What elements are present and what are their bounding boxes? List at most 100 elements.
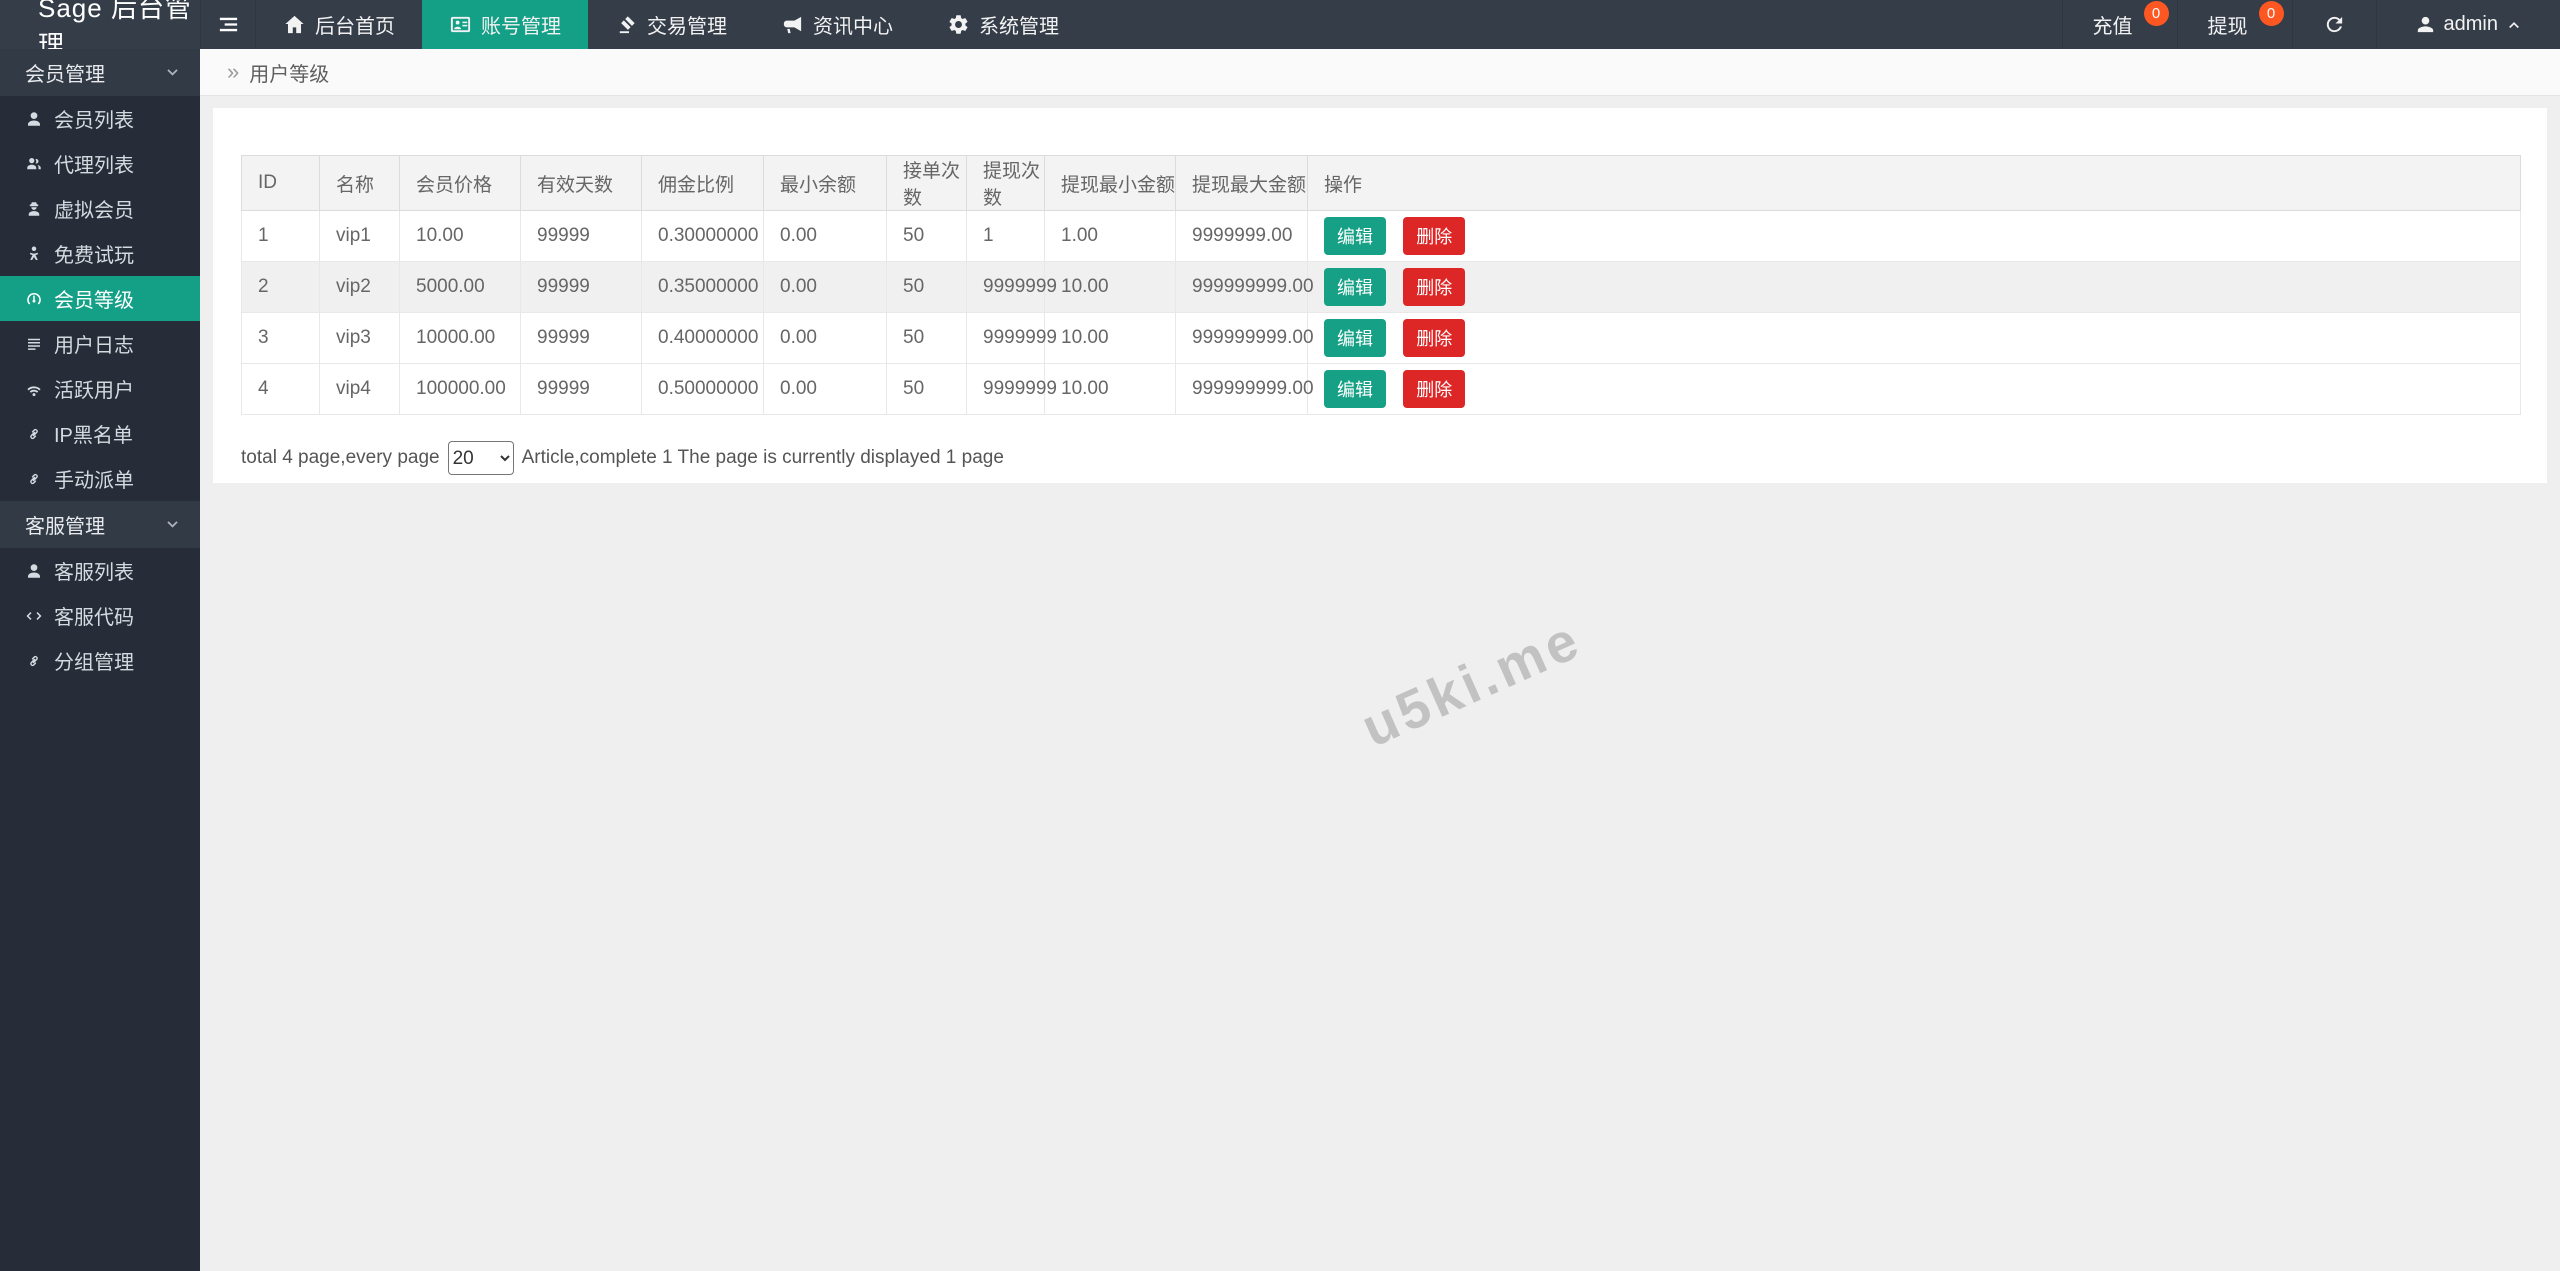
cell-name: vip3 xyxy=(319,312,400,364)
sidebar-item-service-list[interactable]: 客服列表 xyxy=(0,548,200,593)
sidebar-toggle-button[interactable] xyxy=(200,0,256,49)
chevron-down-icon xyxy=(167,69,178,76)
cell-price: 5000.00 xyxy=(399,261,521,313)
cell-withdraw-max: 999999999.00 xyxy=(1175,363,1314,415)
sidebar-item-label: 会员列表 xyxy=(54,110,134,132)
sidebar-item-label: 活跃用户 xyxy=(54,380,134,402)
cell-price: 10.00 xyxy=(399,210,521,262)
col-header: 名称 xyxy=(319,155,400,211)
cell-name: vip2 xyxy=(319,261,400,313)
cell-valid-days: 99999 xyxy=(520,363,642,415)
table-row: 1 vip1 10.00 99999 0.30000000 0.00 50 1 … xyxy=(241,210,2521,262)
top-navbar: Sage 后台管理 后台首页 账号管理 交易管理 资讯中心 系统管理 充值 0 … xyxy=(0,0,2560,60)
cell-id: 2 xyxy=(241,261,320,313)
delete-button[interactable]: 删除 xyxy=(1403,319,1466,357)
cell-commission: 0.30000000 xyxy=(641,210,764,262)
delete-button[interactable]: 删除 xyxy=(1403,217,1466,255)
sidebar-item-label: 代理列表 xyxy=(54,155,134,177)
cell-order-count: 50 xyxy=(886,210,967,262)
edit-button[interactable]: 编辑 xyxy=(1324,217,1386,255)
home-icon xyxy=(285,15,304,34)
table-row: 4 vip4 100000.00 99999 0.50000000 0.00 5… xyxy=(241,363,2521,415)
table-row: 2 vip2 5000.00 99999 0.35000000 0.00 50 … xyxy=(241,261,2521,313)
sidebar-item-active-users[interactable]: 活跃用户 xyxy=(0,366,200,411)
gavel-icon xyxy=(619,16,635,34)
section-title: 客服管理 xyxy=(25,516,105,538)
sidebar-item-member-list[interactable]: 会员列表 xyxy=(0,96,200,141)
sidebar-item-member-level[interactable]: 会员等级 xyxy=(0,276,200,321)
sidebar-section-service-management[interactable]: 客服管理 xyxy=(0,501,200,548)
nav-item-label: 资讯中心 xyxy=(813,16,893,38)
nav-item-news[interactable]: 资讯中心 xyxy=(754,0,920,49)
main-nav: 后台首页 账号管理 交易管理 资讯中心 系统管理 xyxy=(256,0,1086,49)
cell-id: 4 xyxy=(241,363,320,415)
cell-min-balance: 0.00 xyxy=(763,363,887,415)
cell-id: 3 xyxy=(241,312,320,364)
user-icon xyxy=(28,563,40,578)
nav-item-label: 后台首页 xyxy=(315,16,395,38)
user-menu[interactable]: admin xyxy=(2375,0,2560,49)
nav-item-label: 系统管理 xyxy=(979,16,1059,38)
sidebar-item-ip-blacklist[interactable]: IP黑名单 xyxy=(0,411,200,456)
section-title: 会员管理 xyxy=(25,64,105,86)
withdraw-button[interactable]: 提现 0 xyxy=(2176,0,2292,49)
page-size-select[interactable]: 20 xyxy=(447,441,514,475)
username: admin xyxy=(2443,13,2498,35)
cell-order-count: 50 xyxy=(886,363,967,415)
col-header: 佣金比例 xyxy=(641,155,764,211)
person-icon xyxy=(2417,16,2433,33)
sidebar-item-free-trial[interactable]: 免费试玩 xyxy=(0,231,200,276)
cell-min-balance: 0.00 xyxy=(763,312,887,364)
cell-valid-days: 99999 xyxy=(520,312,642,364)
edit-button[interactable]: 编辑 xyxy=(1324,268,1386,306)
sidebar-item-virtual-member[interactable]: 虚拟会员 xyxy=(0,186,200,231)
cell-actions: 编辑 删除 xyxy=(1307,210,2521,262)
sidebar-section-member-management[interactable]: 会员管理 xyxy=(0,49,200,96)
breadcrumb-arrow-icon: » xyxy=(227,59,240,84)
cell-commission: 0.40000000 xyxy=(641,312,764,364)
nav-item-system[interactable]: 系统管理 xyxy=(920,0,1086,49)
cell-valid-days: 99999 xyxy=(520,210,642,262)
chevron-down-icon xyxy=(167,521,178,528)
cell-actions: 编辑 删除 xyxy=(1307,261,2521,313)
col-header: 接单次数 xyxy=(886,155,967,211)
nav-item-trade[interactable]: 交易管理 xyxy=(588,0,754,49)
sidebar-item-service-code[interactable]: 客服代码 xyxy=(0,593,200,638)
refresh-button[interactable] xyxy=(2291,0,2376,49)
cell-withdraw-max: 9999999.00 xyxy=(1175,210,1308,262)
col-header: 操作 xyxy=(1307,155,2521,211)
sidebar-item-manual-dispatch[interactable]: 手动派单 xyxy=(0,456,200,501)
recharge-label: 充值 xyxy=(2092,16,2133,38)
cell-commission: 0.50000000 xyxy=(641,363,764,415)
recharge-button[interactable]: 充值 0 xyxy=(2061,0,2177,49)
sidebar-item-agent-list[interactable]: 代理列表 xyxy=(0,141,200,186)
nav-item-account[interactable]: 账号管理 xyxy=(422,0,588,49)
users-icon xyxy=(27,157,41,169)
nav-item-dashboard[interactable]: 后台首页 xyxy=(256,0,422,49)
cell-name: vip4 xyxy=(319,363,400,415)
edit-button[interactable]: 编辑 xyxy=(1324,319,1386,357)
sidebar-item-group-management[interactable]: 分组管理 xyxy=(0,638,200,683)
cell-name: vip1 xyxy=(319,210,400,262)
delete-button[interactable]: 删除 xyxy=(1403,268,1466,306)
cell-order-count: 50 xyxy=(886,312,967,364)
edit-button[interactable]: 编辑 xyxy=(1324,370,1386,408)
sidebar-item-label: 手动派单 xyxy=(54,470,134,492)
admin-app: Sage 后台管理 后台首页 账号管理 交易管理 资讯中心 系统管理 充值 0 … xyxy=(0,0,2560,1271)
col-header: 提现次数 xyxy=(966,155,1045,211)
brand[interactable]: Sage 后台管理 xyxy=(0,0,200,60)
cell-withdraw-count: 9999999 xyxy=(966,363,1057,415)
cell-withdraw-min: 10.00 xyxy=(1044,363,1176,415)
delete-button[interactable]: 删除 xyxy=(1403,370,1466,408)
cell-order-count: 50 xyxy=(886,261,967,313)
cell-id: 1 xyxy=(241,210,320,262)
cell-actions: 编辑 删除 xyxy=(1307,363,2521,415)
user-secret-icon xyxy=(28,201,40,216)
navbar-right: 充值 0 提现 0 admin xyxy=(2061,0,2560,49)
col-header: 提现最小金额 xyxy=(1044,155,1176,211)
figure-icon xyxy=(29,246,39,260)
cell-withdraw-min: 1.00 xyxy=(1044,210,1176,262)
sidebar-item-user-log[interactable]: 用户日志 xyxy=(0,321,200,366)
cell-commission: 0.35000000 xyxy=(641,261,764,313)
cell-min-balance: 0.00 xyxy=(763,210,887,262)
